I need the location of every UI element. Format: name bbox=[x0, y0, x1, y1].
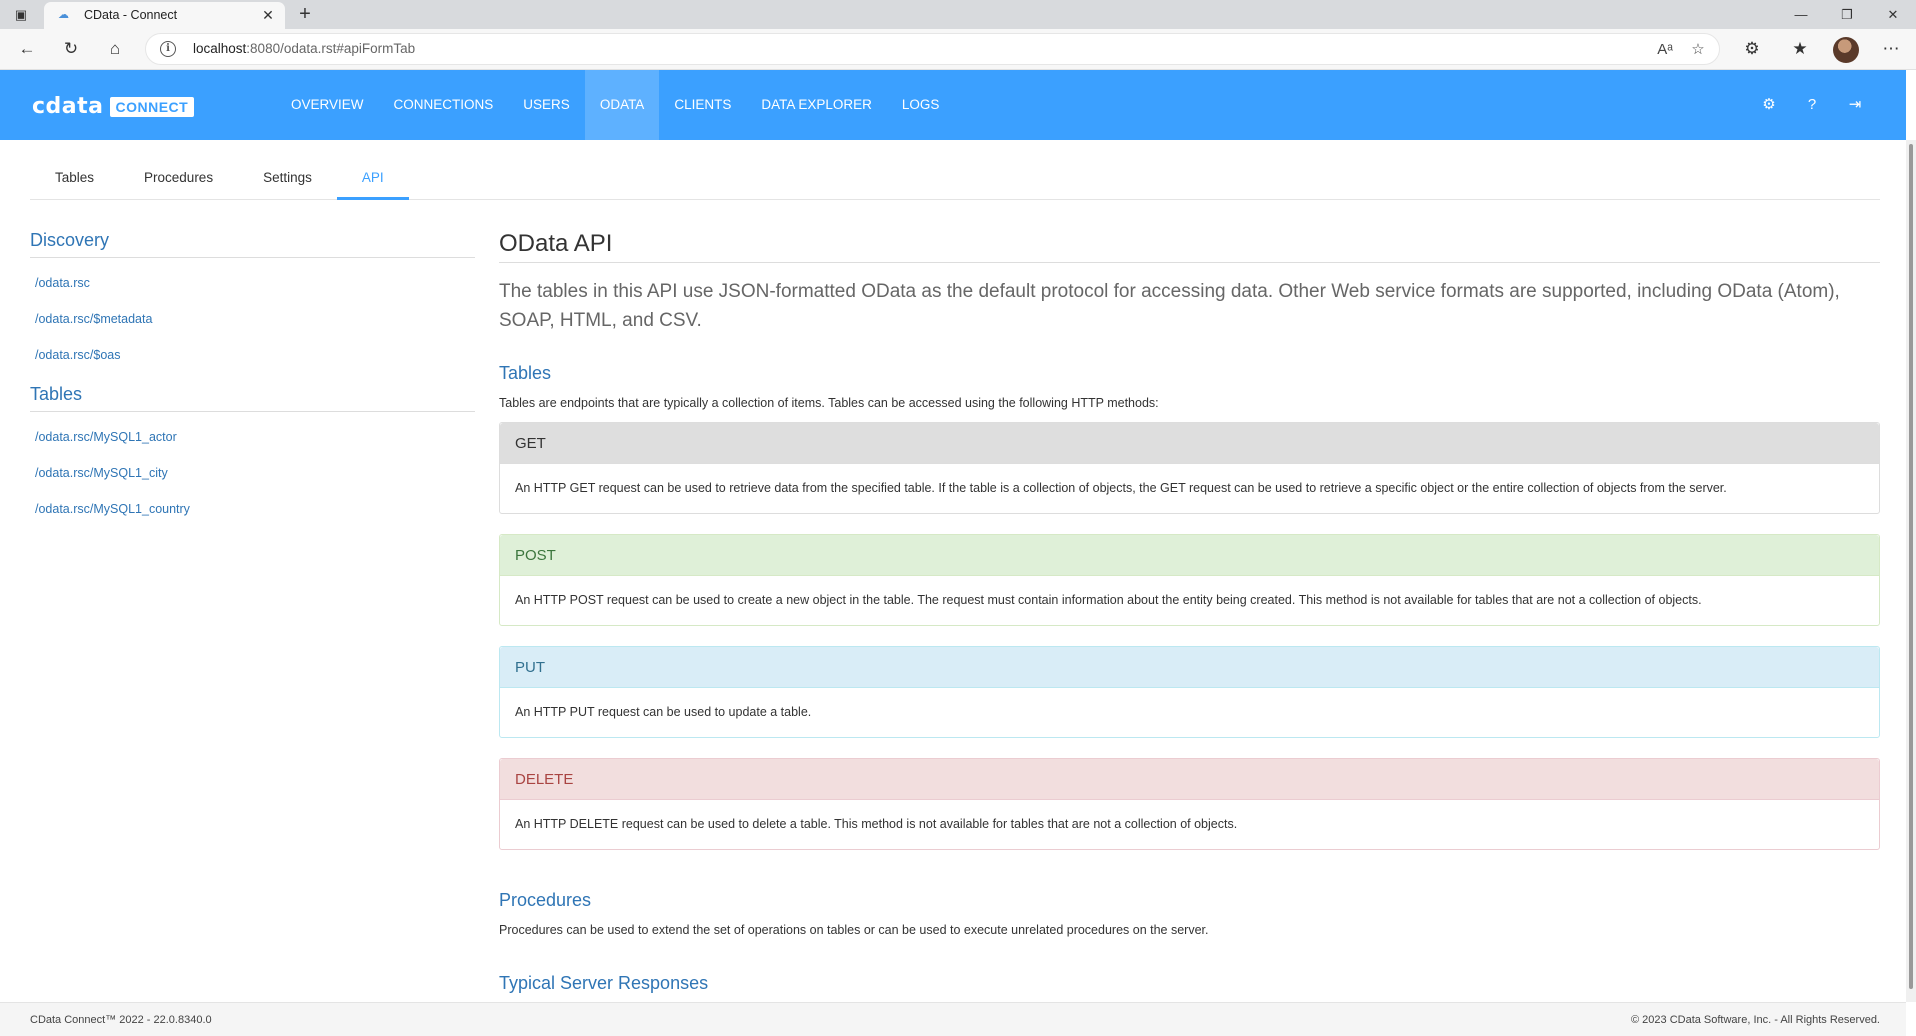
link-odata-oas[interactable]: /odata.rsc/$oas bbox=[30, 344, 475, 380]
put-method-panel: PUT An HTTP PUT request can be used to u… bbox=[499, 646, 1880, 738]
footer-version: CData Connect™ 2022 - 22.0.8340.0 bbox=[30, 1014, 212, 1026]
read-aloud-icon[interactable]: Aᵃ bbox=[1654, 39, 1676, 61]
close-tab-icon[interactable]: ✕ bbox=[259, 6, 277, 24]
nav-logs[interactable]: LOGS bbox=[887, 70, 955, 140]
logo-text: cdata bbox=[32, 94, 104, 119]
get-method-name: GET bbox=[500, 423, 1879, 464]
more-menu-icon[interactable]: ⋯ bbox=[1879, 37, 1903, 61]
close-window-icon[interactable]: ✕ bbox=[1870, 0, 1916, 29]
odata-subtabs: Tables Procedures Settings API bbox=[30, 162, 1880, 200]
site-info-icon[interactable]: i bbox=[160, 41, 176, 57]
delete-method-name: DELETE bbox=[500, 759, 1879, 800]
tab-settings[interactable]: Settings bbox=[238, 162, 337, 200]
home-icon[interactable]: ⌂ bbox=[103, 37, 127, 61]
post-method-description: An HTTP POST request can be used to crea… bbox=[515, 593, 1702, 607]
tab-api[interactable]: API bbox=[336, 162, 409, 200]
procedures-heading: Procedures bbox=[499, 890, 592, 910]
reload-icon[interactable]: ↻ bbox=[59, 37, 83, 61]
browser-toolbar: ← ↻ ⌂ i localhost:8080/odata.rst#apiForm… bbox=[0, 29, 1916, 70]
api-content: OData API The tables in this API use JSO… bbox=[499, 230, 1880, 994]
get-method-panel: GET An HTTP GET request can be used to r… bbox=[499, 422, 1880, 514]
nav-clients[interactable]: CLIENTS bbox=[659, 70, 746, 140]
link-odata-rsc[interactable]: /odata.rsc bbox=[30, 272, 475, 308]
back-icon[interactable]: ← bbox=[15, 37, 39, 61]
link-table-city[interactable]: /odata.rsc/MySQL1_city bbox=[30, 462, 475, 498]
restore-icon[interactable]: ❐ bbox=[1824, 0, 1870, 29]
procedures-description: Procedures can be used to extend the set… bbox=[499, 923, 1209, 937]
put-method-name: PUT bbox=[500, 647, 1879, 688]
get-method-description: An HTTP GET request can be used to retri… bbox=[515, 481, 1727, 495]
favorite-star-icon[interactable]: ☆ bbox=[1687, 39, 1709, 61]
nav-data-explorer[interactable]: DATA EXPLORER bbox=[746, 70, 887, 140]
put-method-description: An HTTP PUT request can be used to updat… bbox=[515, 705, 812, 719]
tab-actions-icon[interactable]: ▣ bbox=[12, 6, 30, 24]
delete-method-description: An HTTP DELETE request can be used to de… bbox=[515, 817, 1238, 831]
scrollbar-thumb[interactable] bbox=[1909, 144, 1913, 989]
url-text[interactable]: localhost:8080/odata.rst#apiFormTab bbox=[193, 41, 415, 56]
nav-connections[interactable]: CONNECTIONS bbox=[379, 70, 509, 140]
post-method-panel: POST An HTTP POST request can be used to… bbox=[499, 534, 1880, 626]
nav-odata[interactable]: ODATA bbox=[584, 70, 660, 140]
link-table-country[interactable]: /odata.rsc/MySQL1_country bbox=[30, 498, 475, 534]
api-sidebar: Discovery /odata.rsc /odata.rsc/$metadat… bbox=[30, 230, 475, 534]
cdata-connect-logo[interactable]: cdata CONNECT bbox=[32, 94, 195, 119]
page-title: OData API bbox=[499, 230, 1880, 263]
window-controls: — ❐ ✕ bbox=[1778, 0, 1916, 29]
tab-procedures[interactable]: Procedures bbox=[119, 162, 238, 200]
app-header: cdata CONNECT OVERVIEW CONNECTIONS USERS… bbox=[0, 70, 1906, 140]
link-table-actor[interactable]: /odata.rsc/MySQL1_actor bbox=[30, 426, 475, 462]
profile-avatar[interactable] bbox=[1833, 37, 1859, 63]
logo-badge: CONNECT bbox=[109, 96, 195, 117]
main-nav: OVERVIEW CONNECTIONS USERS ODATA CLIENTS… bbox=[276, 70, 954, 140]
nav-overview[interactable]: OVERVIEW bbox=[276, 70, 379, 140]
tables-sidebar-heading: Tables bbox=[30, 384, 475, 412]
delete-method-panel: DELETE An HTTP DELETE request can be use… bbox=[499, 758, 1880, 850]
browser-tabstrip: ▣ ☁ CData - Connect ✕ + — ❐ ✕ bbox=[0, 0, 1916, 29]
footer-copyright: © 2023 CData Software, Inc. - All Rights… bbox=[1631, 1014, 1880, 1026]
discovery-section: Discovery /odata.rsc /odata.rsc/$metadat… bbox=[30, 230, 475, 380]
browser-tab-title: CData - Connect bbox=[84, 8, 178, 22]
favorites-icon[interactable]: ★ bbox=[1788, 37, 1812, 61]
nav-users[interactable]: USERS bbox=[508, 70, 585, 140]
help-icon[interactable]: ? bbox=[1801, 94, 1823, 116]
tables-description: Tables are endpoints that are typically … bbox=[499, 396, 1159, 410]
tables-section: Tables /odata.rsc/MySQL1_actor /odata.rs… bbox=[30, 384, 475, 534]
cdata-favicon-icon: ☁ bbox=[58, 9, 69, 21]
api-lead-text: The tables in this API use JSON-formatte… bbox=[499, 281, 1840, 331]
new-tab-icon[interactable]: + bbox=[294, 3, 316, 25]
extensions-icon[interactable]: ⚙ bbox=[1740, 37, 1764, 61]
minimize-icon[interactable]: — bbox=[1778, 0, 1824, 29]
settings-gear-icon[interactable]: ⚙ bbox=[1758, 94, 1780, 116]
address-bar[interactable]: i localhost:8080/odata.rst#apiFormTab Aᵃ… bbox=[145, 33, 1720, 65]
link-odata-metadata[interactable]: /odata.rsc/$metadata bbox=[30, 308, 475, 344]
tables-heading: Tables bbox=[499, 363, 552, 383]
tab-tables[interactable]: Tables bbox=[30, 162, 119, 200]
server-responses-heading: Typical Server Responses bbox=[499, 973, 709, 993]
post-method-name: POST bbox=[500, 535, 1879, 576]
discovery-heading: Discovery bbox=[30, 230, 475, 258]
logout-icon[interactable]: ⇥ bbox=[1844, 94, 1866, 116]
header-icons: ⚙ ? ⇥ bbox=[1737, 94, 1866, 116]
page-scrollbar[interactable] bbox=[1906, 140, 1916, 1002]
browser-tab[interactable]: ☁ CData - Connect ✕ bbox=[44, 2, 285, 29]
page-footer: CData Connect™ 2022 - 22.0.8340.0 © 2023… bbox=[0, 1002, 1906, 1036]
